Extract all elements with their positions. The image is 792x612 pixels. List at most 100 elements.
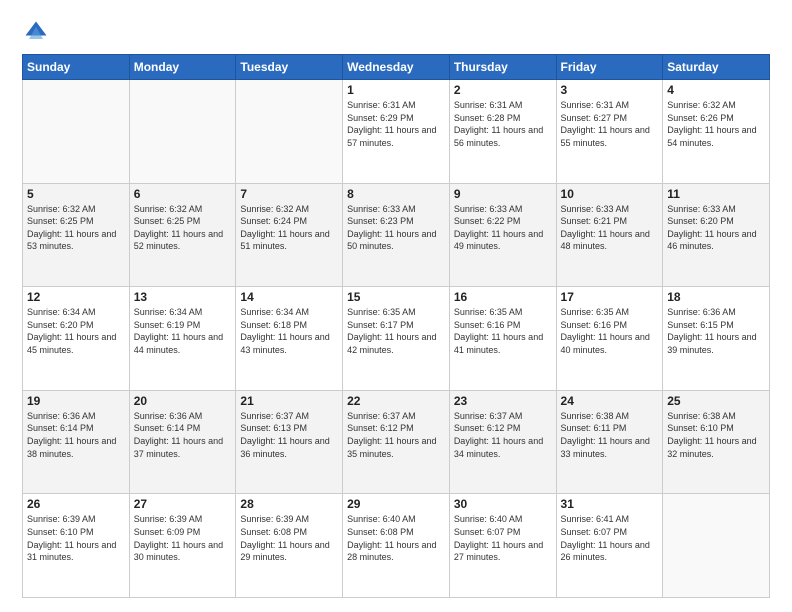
calendar-day-cell <box>23 80 130 184</box>
day-number: 14 <box>240 290 338 304</box>
calendar-day-cell: 7Sunrise: 6:32 AM Sunset: 6:24 PM Daylig… <box>236 183 343 287</box>
day-info: Sunrise: 6:34 AM Sunset: 6:18 PM Dayligh… <box>240 306 338 356</box>
day-info: Sunrise: 6:32 AM Sunset: 6:25 PM Dayligh… <box>27 203 125 253</box>
calendar-day-cell <box>663 494 770 598</box>
day-info: Sunrise: 6:36 AM Sunset: 6:14 PM Dayligh… <box>27 410 125 460</box>
day-number: 29 <box>347 497 445 511</box>
calendar-day-cell: 5 Sunrise: 6:32 AM Sunset: 6:25 PM Daylig… <box>23 183 130 287</box>
day-number: 3 <box>561 83 659 97</box>
calendar-day-cell: 19 Sunrise: 6:36 AM Sunset: 6:14 PM Dayli… <box>23 390 130 494</box>
calendar-day-cell: 18 Sunrise: 6:36 AM Sunset: 6:15 PM Dayli… <box>663 287 770 391</box>
day-info: Sunrise: 6:38 AM Sunset: 6:11 PM Dayligh… <box>561 410 659 460</box>
calendar-week-row: 5 Sunrise: 6:32 AM Sunset: 6:25 PM Daylig… <box>23 183 770 287</box>
calendar-day-cell: 14 Sunrise: 6:34 AM Sunset: 6:18 PM Dayli… <box>236 287 343 391</box>
day-number: 17 <box>561 290 659 304</box>
day-info: Sunrise: 6:34 AM Sunset: 6:20 PM Dayligh… <box>27 306 125 356</box>
day-number: 20 <box>134 394 232 408</box>
day-info: Sunrise: 6:32 AM Sunset: 6:26 PM Dayligh… <box>667 99 765 149</box>
calendar-day-cell: 31 Sunrise: 6:41 AM Sunset: 6:07 PM Dayli… <box>556 494 663 598</box>
header-monday: Monday <box>129 55 236 80</box>
calendar-day-cell: 13 Sunrise: 6:34 AM Sunset: 6:19 PM Dayli… <box>129 287 236 391</box>
day-number: 8 <box>347 187 445 201</box>
calendar-day-cell: 22 Sunrise: 6:37 AM Sunset: 6:12 PM Dayli… <box>343 390 450 494</box>
calendar-day-cell <box>129 80 236 184</box>
calendar-day-cell: 28Sunrise: 6:39 AM Sunset: 6:08 PM Dayli… <box>236 494 343 598</box>
day-info: Sunrise: 6:36 AM Sunset: 6:14 PM Dayligh… <box>134 410 232 460</box>
day-number: 6 <box>134 187 232 201</box>
day-info: Sunrise: 6:39 AM Sunset: 6:08 PM Dayligh… <box>240 513 338 563</box>
day-info: Sunrise: 6:36 AM Sunset: 6:15 PM Dayligh… <box>667 306 765 356</box>
page: Sunday Monday Tuesday Wednesday Thursday… <box>0 0 792 612</box>
day-number: 27 <box>134 497 232 511</box>
calendar-day-cell: 1 Sunrise: 6:31 AM Sunset: 6:29 PM Daylig… <box>343 80 450 184</box>
calendar-day-cell: 3 Sunrise: 6:31 AM Sunset: 6:27 PM Daylig… <box>556 80 663 184</box>
calendar-day-cell: 2 Sunrise: 6:31 AM Sunset: 6:28 PM Daylig… <box>449 80 556 184</box>
day-info: Sunrise: 6:34 AM Sunset: 6:19 PM Dayligh… <box>134 306 232 356</box>
day-number: 19 <box>27 394 125 408</box>
calendar-week-row: 26Sunrise: 6:39 AM Sunset: 6:10 PM Dayli… <box>23 494 770 598</box>
day-info: Sunrise: 6:41 AM Sunset: 6:07 PM Dayligh… <box>561 513 659 563</box>
header-tuesday: Tuesday <box>236 55 343 80</box>
calendar-day-cell: 12 Sunrise: 6:34 AM Sunset: 6:20 PM Dayli… <box>23 287 130 391</box>
header-wednesday: Wednesday <box>343 55 450 80</box>
calendar-week-row: 12 Sunrise: 6:34 AM Sunset: 6:20 PM Dayli… <box>23 287 770 391</box>
header-friday: Friday <box>556 55 663 80</box>
day-info: Sunrise: 6:33 AM Sunset: 6:21 PM Dayligh… <box>561 203 659 253</box>
day-number: 5 <box>27 187 125 201</box>
calendar-day-cell: 23Sunrise: 6:37 AM Sunset: 6:12 PM Dayli… <box>449 390 556 494</box>
calendar-day-cell: 21 Sunrise: 6:37 AM Sunset: 6:13 PM Dayli… <box>236 390 343 494</box>
day-number: 25 <box>667 394 765 408</box>
calendar-day-cell: 29 Sunrise: 6:40 AM Sunset: 6:08 PM Dayli… <box>343 494 450 598</box>
day-info: Sunrise: 6:35 AM Sunset: 6:17 PM Dayligh… <box>347 306 445 356</box>
day-number: 30 <box>454 497 552 511</box>
day-info: Sunrise: 6:39 AM Sunset: 6:10 PM Dayligh… <box>27 513 125 563</box>
day-info: Sunrise: 6:39 AM Sunset: 6:09 PM Dayligh… <box>134 513 232 563</box>
calendar-day-cell: 30Sunrise: 6:40 AM Sunset: 6:07 PM Dayli… <box>449 494 556 598</box>
header <box>22 18 770 46</box>
day-number: 22 <box>347 394 445 408</box>
calendar-day-cell: 27 Sunrise: 6:39 AM Sunset: 6:09 PM Dayli… <box>129 494 236 598</box>
calendar-day-cell: 15 Sunrise: 6:35 AM Sunset: 6:17 PM Dayli… <box>343 287 450 391</box>
day-info: Sunrise: 6:35 AM Sunset: 6:16 PM Dayligh… <box>561 306 659 356</box>
day-info: Sunrise: 6:31 AM Sunset: 6:28 PM Dayligh… <box>454 99 552 149</box>
day-info: Sunrise: 6:40 AM Sunset: 6:08 PM Dayligh… <box>347 513 445 563</box>
calendar-day-cell: 11 Sunrise: 6:33 AM Sunset: 6:20 PM Dayli… <box>663 183 770 287</box>
day-number: 11 <box>667 187 765 201</box>
day-number: 2 <box>454 83 552 97</box>
day-number: 13 <box>134 290 232 304</box>
day-number: 23 <box>454 394 552 408</box>
day-number: 15 <box>347 290 445 304</box>
calendar-day-cell: 25 Sunrise: 6:38 AM Sunset: 6:10 PM Dayli… <box>663 390 770 494</box>
day-info: Sunrise: 6:35 AM Sunset: 6:16 PM Dayligh… <box>454 306 552 356</box>
day-info: Sunrise: 6:37 AM Sunset: 6:13 PM Dayligh… <box>240 410 338 460</box>
day-info: Sunrise: 6:38 AM Sunset: 6:10 PM Dayligh… <box>667 410 765 460</box>
calendar-day-cell: 8 Sunrise: 6:33 AM Sunset: 6:23 PM Daylig… <box>343 183 450 287</box>
day-number: 12 <box>27 290 125 304</box>
calendar-header-row: Sunday Monday Tuesday Wednesday Thursday… <box>23 55 770 80</box>
day-info: Sunrise: 6:31 AM Sunset: 6:27 PM Dayligh… <box>561 99 659 149</box>
day-number: 1 <box>347 83 445 97</box>
calendar-day-cell: 20 Sunrise: 6:36 AM Sunset: 6:14 PM Dayli… <box>129 390 236 494</box>
day-number: 9 <box>454 187 552 201</box>
calendar-day-cell: 26Sunrise: 6:39 AM Sunset: 6:10 PM Dayli… <box>23 494 130 598</box>
day-info: Sunrise: 6:33 AM Sunset: 6:22 PM Dayligh… <box>454 203 552 253</box>
day-info: Sunrise: 6:31 AM Sunset: 6:29 PM Dayligh… <box>347 99 445 149</box>
calendar-day-cell <box>236 80 343 184</box>
calendar-day-cell: 6 Sunrise: 6:32 AM Sunset: 6:25 PM Daylig… <box>129 183 236 287</box>
day-info: Sunrise: 6:37 AM Sunset: 6:12 PM Dayligh… <box>347 410 445 460</box>
day-info: Sunrise: 6:33 AM Sunset: 6:23 PM Dayligh… <box>347 203 445 253</box>
logo <box>22 18 54 46</box>
day-number: 21 <box>240 394 338 408</box>
header-sunday: Sunday <box>23 55 130 80</box>
calendar-day-cell: 4Sunrise: 6:32 AM Sunset: 6:26 PM Daylig… <box>663 80 770 184</box>
day-number: 31 <box>561 497 659 511</box>
day-info: Sunrise: 6:33 AM Sunset: 6:20 PM Dayligh… <box>667 203 765 253</box>
calendar-day-cell: 9 Sunrise: 6:33 AM Sunset: 6:22 PM Daylig… <box>449 183 556 287</box>
day-number: 10 <box>561 187 659 201</box>
day-number: 18 <box>667 290 765 304</box>
header-saturday: Saturday <box>663 55 770 80</box>
day-info: Sunrise: 6:32 AM Sunset: 6:25 PM Dayligh… <box>134 203 232 253</box>
calendar-day-cell: 24Sunrise: 6:38 AM Sunset: 6:11 PM Dayli… <box>556 390 663 494</box>
calendar-week-row: 19 Sunrise: 6:36 AM Sunset: 6:14 PM Dayli… <box>23 390 770 494</box>
header-thursday: Thursday <box>449 55 556 80</box>
